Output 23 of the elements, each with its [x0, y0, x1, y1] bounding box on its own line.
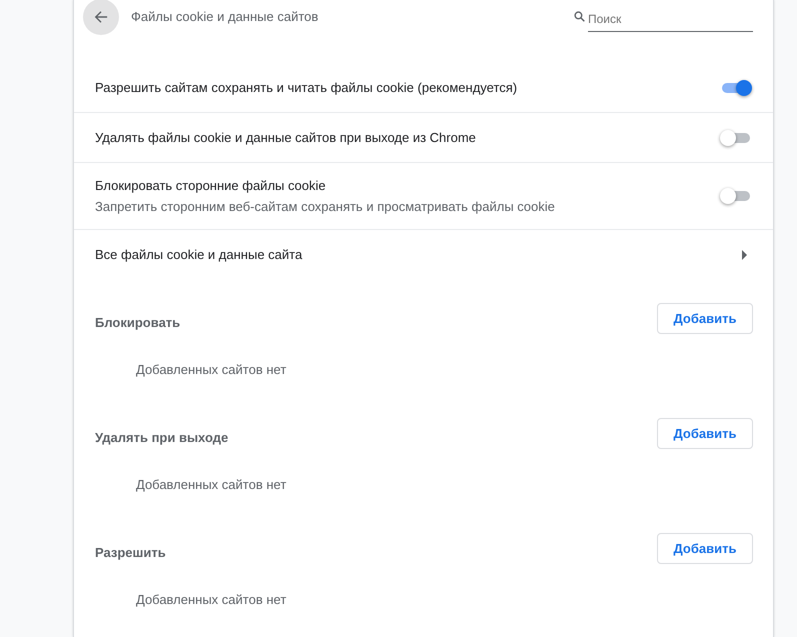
search-icon	[574, 10, 585, 22]
page-title: Файлы cookie и данные сайтов	[131, 8, 320, 26]
empty-list-text: Добавленных сайтов нет	[136, 476, 288, 494]
back-arrow-icon	[94, 10, 108, 24]
toggle-switch[interactable]	[720, 188, 752, 204]
add-button[interactable]: Добавить	[657, 533, 753, 564]
setting-label: Блокировать сторонние файлы cookie	[95, 176, 327, 194]
section-title: Разрешить	[95, 544, 167, 562]
toggle-switch[interactable]	[720, 130, 752, 146]
setting-label: Разрешить сайтам сохранять и читать файлы cookie (рекомендуется)	[95, 78, 518, 96]
back-button[interactable]	[83, 0, 119, 34]
add-button[interactable]: Добавить	[657, 303, 753, 334]
setting-description: Запретить сторонним веб-сайтам сохранять и просматривать файлы cookie	[95, 198, 556, 216]
toggle-switch[interactable]	[720, 80, 752, 96]
section-title: Удалять при выходе	[95, 429, 230, 448]
empty-list-text: Добавленных сайтов нет	[136, 591, 288, 609]
empty-list-text: Добавленных сайтов нет	[136, 361, 288, 379]
triangle-right-icon	[742, 250, 747, 260]
section-title: Блокировать	[95, 314, 182, 332]
add-button[interactable]: Добавить	[657, 418, 753, 449]
search-field[interactable]: Поиск	[588, 8, 753, 32]
settings-link-row[interactable]: Все файлы cookie и данные сайта	[74, 230, 773, 280]
setting-label: Удалять файлы cookie и данные сайтов при выходе из Chrome	[95, 128, 477, 146]
